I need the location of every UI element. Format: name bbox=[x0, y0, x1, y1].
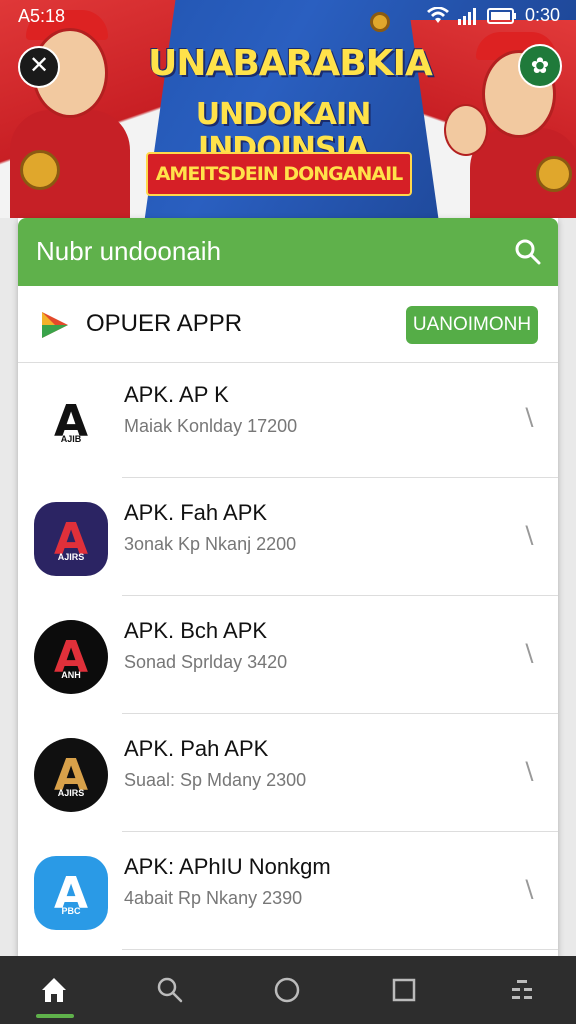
app-meta: 3onak Kp Nkanj 2200 bbox=[124, 534, 297, 554]
home-icon[interactable] bbox=[34, 970, 74, 1010]
banner-ribbon: AMEITSDEIN DONGANAIL bbox=[146, 152, 412, 196]
section-action-button[interactable]: UANOIMONH bbox=[406, 306, 538, 344]
search-icon[interactable] bbox=[150, 970, 190, 1010]
share-icon[interactable]: ✿ bbox=[518, 44, 562, 88]
search-icon[interactable] bbox=[514, 238, 542, 266]
promo-banner[interactable]: UNABARABKIA UNDOKAIN INDOINSIA AMEITSDEI… bbox=[0, 0, 576, 218]
chevron-right-icon[interactable]: ∖ bbox=[521, 758, 536, 787]
chevron-right-icon[interactable]: ∖ bbox=[521, 640, 536, 669]
divider bbox=[122, 831, 558, 832]
section-header: OPUER APPR UANOIMONH bbox=[18, 286, 558, 363]
app-list-item[interactable]: A AJIRS APK. Pah APK Suaal: Sp Mdany 2300 ∖ bbox=[18, 716, 558, 832]
chevron-right-icon[interactable]: ∖ bbox=[521, 876, 536, 905]
close-icon[interactable]: ✕ bbox=[18, 46, 60, 88]
app-name: APK. AP K bbox=[124, 382, 229, 407]
app-meta: Maiak Konlday 17200 bbox=[124, 416, 298, 436]
search-input[interactable]: Nubr undoonaih bbox=[36, 236, 221, 267]
app-meta: 4abait Rp Nkany 2390 bbox=[124, 888, 303, 908]
app-icon[interactable]: A PBC bbox=[34, 856, 108, 930]
app-icon[interactable]: A AJIRS bbox=[34, 502, 108, 576]
app-list-item[interactable]: A ANH APK. Bch APK Sonad Sprlday 3420 ∖ bbox=[18, 598, 558, 714]
app-icon-tag: AJIRS bbox=[57, 552, 85, 562]
app-name: APK. Fah APK bbox=[124, 500, 268, 525]
app-name: APK. Bch APK bbox=[124, 618, 268, 643]
chevron-right-icon[interactable]: ∖ bbox=[521, 404, 536, 433]
person-face-small bbox=[444, 104, 488, 156]
section-title: OPUER APPR bbox=[86, 310, 243, 337]
app-list-item[interactable]: A AJIB APK. AP K Maiak Konlday 17200 ∖ bbox=[18, 362, 558, 478]
divider bbox=[122, 595, 558, 596]
battery-icon bbox=[486, 7, 516, 24]
signal-icon bbox=[457, 7, 476, 25]
banner-title: UNABARABKIA bbox=[148, 43, 433, 84]
bottom-navigation bbox=[0, 956, 576, 1024]
app-list-item[interactable]: A AJIRS APK. Fah APK 3onak Kp Nkanj 2200 ∖ bbox=[18, 480, 558, 596]
app-icon-tag: AJIB bbox=[60, 434, 82, 444]
app-icon[interactable]: A AJIB bbox=[34, 384, 108, 458]
coin-decoration bbox=[536, 156, 572, 192]
active-tab-indicator bbox=[36, 1014, 74, 1018]
status-clock: 0:30 bbox=[524, 5, 560, 25]
coin-decoration bbox=[20, 150, 60, 190]
wifi-icon bbox=[426, 6, 449, 23]
status-bar: A5:18 0:30 bbox=[0, 0, 576, 30]
search-bar[interactable]: Nubr undoonaih bbox=[18, 218, 558, 286]
app-list-item[interactable]: A PBC APK: APhIU Nonkgm 4abait Rp Nkany 239… bbox=[18, 834, 558, 950]
divider bbox=[122, 949, 558, 950]
store-logo-icon bbox=[42, 312, 68, 338]
app-icon-tag: ANH bbox=[61, 670, 81, 680]
menu-icon[interactable] bbox=[502, 970, 542, 1010]
app-icon[interactable]: A ANH bbox=[34, 620, 108, 694]
circle-icon[interactable] bbox=[267, 970, 307, 1010]
app-meta: Sonad Sprlday 3420 bbox=[124, 652, 288, 672]
status-time: A5:18 bbox=[18, 6, 66, 26]
chevron-right-icon[interactable]: ∖ bbox=[521, 522, 536, 551]
divider bbox=[122, 713, 558, 714]
app-list-card: Nubr undoonaih OPUER APPR UANOIMONH A AJI… bbox=[18, 218, 558, 958]
square-icon[interactable] bbox=[384, 970, 424, 1010]
divider bbox=[122, 477, 558, 478]
app-icon[interactable]: A AJIRS bbox=[34, 738, 108, 812]
app-icon-tag: AJIRS bbox=[57, 788, 85, 798]
app-meta: Suaal: Sp Mdany 2300 bbox=[124, 770, 307, 790]
status-icons: 0:30 bbox=[426, 5, 560, 26]
app-icon-tag: PBC bbox=[61, 906, 81, 916]
app-name: APK: APhIU Nonkgm bbox=[124, 854, 331, 879]
app-name: APK. Pah APK bbox=[124, 736, 269, 761]
